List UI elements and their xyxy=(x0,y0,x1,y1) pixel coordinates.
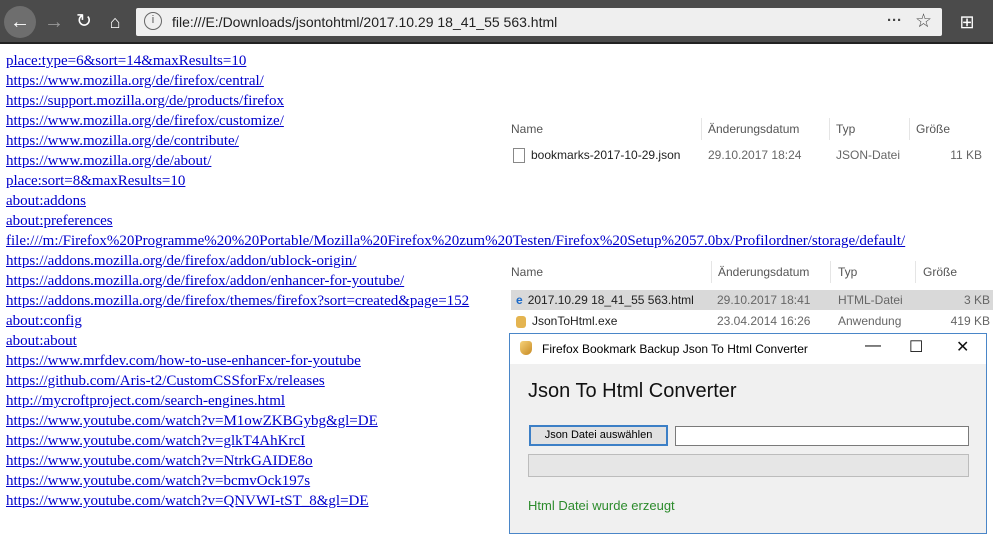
file-date: 29.10.2017 18:41 xyxy=(717,293,811,307)
dialog-heading: Json To Html Converter xyxy=(528,380,737,402)
reload-icon[interactable]: ↻ xyxy=(70,8,98,36)
bookmark-link[interactable]: https://www.mozilla.org/de/firefox/centr… xyxy=(6,71,905,91)
header-size[interactable]: Größe xyxy=(923,261,957,283)
header-size[interactable]: Größe xyxy=(916,118,950,140)
file-type: Anwendung xyxy=(838,314,902,328)
dialog-title: Firefox Bookmark Backup Json To Html Con… xyxy=(542,342,808,356)
json-path-input[interactable] xyxy=(675,426,969,446)
file-row[interactable]: bookmarks-2017-10-29.json 29.10.2017 18:… xyxy=(505,145,993,165)
header-date[interactable]: Änderungsdatum xyxy=(718,261,809,283)
dialog-titlebar[interactable]: Firefox Bookmark Backup Json To Html Con… xyxy=(510,334,986,364)
file-name: 2017.10.29 18_41_55 563.html xyxy=(527,293,694,307)
minimize-icon[interactable]: — xyxy=(865,337,881,355)
file-type: JSON-Datei xyxy=(836,148,901,162)
explorer-pane-output: Name Änderungsdatum Typ Größe e 2017.10.2… xyxy=(505,260,993,332)
bookmark-link[interactable]: file:///m:/Firefox%20Programme%20%20Port… xyxy=(6,231,905,251)
file-row[interactable]: JsonToHtml.exe 23.04.2014 16:26 Anwendun… xyxy=(511,311,993,331)
bookmark-link[interactable]: place:sort=8&maxResults=10 xyxy=(6,171,905,191)
converter-dialog: Firefox Bookmark Backup Json To Html Con… xyxy=(509,333,987,534)
info-icon[interactable]: i xyxy=(144,12,162,30)
file-row[interactable]: e 2017.10.29 18_41_55 563.html 29.10.2017… xyxy=(511,290,993,310)
file-icon xyxy=(513,148,525,164)
app-icon xyxy=(520,341,532,355)
home-icon[interactable]: ⌂ xyxy=(101,8,129,36)
html-file-icon: e xyxy=(516,293,523,307)
header-date[interactable]: Änderungsdatum xyxy=(708,118,799,140)
bookmark-link[interactable]: place:type=6&sort=14&maxResults=10 xyxy=(6,51,905,71)
maximize-icon[interactable]: ☐ xyxy=(909,337,923,357)
file-name: JsonToHtml.exe xyxy=(532,314,618,328)
file-name: bookmarks-2017-10-29.json xyxy=(531,148,681,162)
new-tab-icon[interactable]: ⊞ xyxy=(953,8,981,36)
header-name[interactable]: Name xyxy=(511,261,543,283)
column-headers: Name Änderungsdatum Typ Größe xyxy=(505,118,993,140)
file-date: 29.10.2017 18:24 xyxy=(708,148,802,162)
header-type[interactable]: Typ xyxy=(836,118,855,140)
address-bar[interactable]: i file:///E:/Downloads/jsontohtml/2017.1… xyxy=(136,8,942,36)
file-type: HTML-Datei xyxy=(838,293,903,307)
forward-icon[interactable]: → xyxy=(40,8,68,36)
progress-bar xyxy=(528,454,969,477)
url-text[interactable]: file:///E:/Downloads/jsontohtml/2017.10.… xyxy=(172,14,557,30)
file-size: 11 KB xyxy=(950,148,982,162)
bookmark-link[interactable]: about:addons xyxy=(6,191,905,211)
column-headers: Name Änderungsdatum Typ Größe xyxy=(505,261,993,283)
select-json-button[interactable]: Json Datei auswählen xyxy=(529,425,668,446)
explorer-pane-json: Name Änderungsdatum Typ Größe bookmarks-… xyxy=(505,114,993,174)
file-size: 419 KB xyxy=(950,314,990,328)
more-icon[interactable]: ··· xyxy=(887,12,902,29)
star-icon[interactable]: ☆ xyxy=(915,10,932,33)
header-type[interactable]: Typ xyxy=(838,261,857,283)
close-icon[interactable]: ✕ xyxy=(956,337,969,357)
status-message: Html Datei wurde erzeugt xyxy=(528,498,675,513)
bookmark-link[interactable]: about:preferences xyxy=(6,211,905,231)
bookmark-link[interactable]: https://support.mozilla.org/de/products/… xyxy=(6,91,905,111)
exe-icon xyxy=(516,315,526,328)
file-date: 23.04.2014 16:26 xyxy=(717,314,811,328)
back-icon[interactable]: ← xyxy=(4,6,36,38)
header-name[interactable]: Name xyxy=(511,118,543,140)
file-size: 3 KB xyxy=(963,293,990,307)
browser-toolbar: ← → ↻ ⌂ i file:///E:/Downloads/jsontohtm… xyxy=(0,0,993,44)
